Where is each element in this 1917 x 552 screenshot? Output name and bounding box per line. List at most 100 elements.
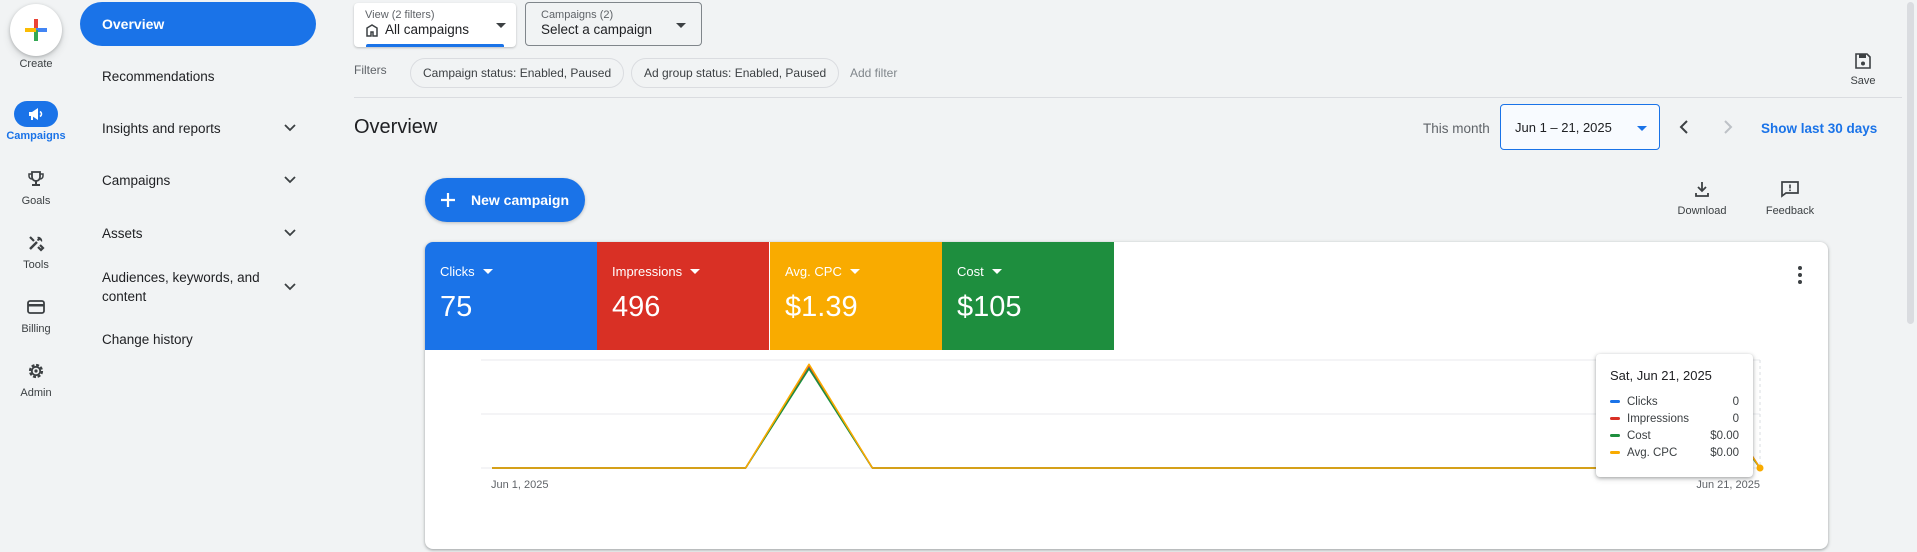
plus-icon — [441, 193, 455, 207]
feedback-label: Feedback — [1765, 205, 1815, 217]
download-label: Download — [1677, 205, 1727, 217]
tooltip-series-name: Clicks — [1627, 395, 1658, 408]
building-icon — [366, 23, 378, 37]
chevron-down-icon — [284, 229, 296, 237]
page-title: Overview — [354, 116, 438, 138]
metric-tile-clicks[interactable]: Clicks 75 — [425, 242, 597, 350]
metric-value: $105 — [957, 291, 1022, 323]
series-line-cost — [492, 367, 1761, 469]
save-label: Save — [1850, 75, 1876, 87]
credit-card-icon — [14, 294, 58, 320]
date-preset-label: This month — [1423, 121, 1490, 136]
campaign-selector[interactable]: Campaigns (2) Select a campaign — [525, 2, 702, 46]
nav-item-change-history[interactable]: Change history — [80, 329, 316, 349]
rail-item-billing[interactable]: Billing — [0, 294, 72, 335]
metric-tile-avg-cpc[interactable]: Avg. CPC $1.39 — [770, 242, 942, 350]
tooltip-series-name: Cost — [1627, 429, 1651, 442]
left-rail: Create Campaigns Goals Tools Billing Adm… — [0, 0, 72, 552]
x-tick-label: Jun 1, 2025 — [491, 479, 549, 491]
metric-tile-cost[interactable]: Cost $105 — [942, 242, 1114, 350]
metric-value: $1.39 — [785, 291, 858, 323]
save-icon — [1855, 53, 1871, 69]
legend-swatch — [1610, 451, 1620, 454]
previous-period-button[interactable] — [1673, 116, 1695, 138]
metric-tile-impressions[interactable]: Impressions 496 — [597, 242, 769, 350]
view-selector[interactable]: View (2 filters) All campaigns — [354, 3, 516, 47]
metric-name: Cost — [957, 264, 984, 279]
scrollbar-thumb[interactable] — [1907, 2, 1914, 324]
chart-hover-point — [1756, 464, 1764, 472]
campaign-selector-caption: Campaigns (2) — [541, 9, 614, 21]
series-line-avg-cpc — [492, 363, 1761, 469]
date-range-value: Jun 1 – 21, 2025 — [1515, 119, 1612, 135]
feedback-icon — [1781, 181, 1799, 198]
nav-item-label: Campaigns — [102, 172, 171, 188]
nav-item-overview[interactable]: Overview — [80, 2, 316, 46]
new-campaign-label: New campaign — [471, 192, 570, 208]
tooltip-row: Avg. CPC $0.00 — [1610, 444, 1739, 461]
filter-chip-campaign-status[interactable]: Campaign status: Enabled, Paused — [410, 58, 625, 88]
filter-chip-ad-group-status[interactable]: Ad group status: Enabled, Paused — [631, 58, 840, 88]
tooltip-series-value: $0.00 — [1710, 429, 1739, 442]
campaign-selector-value: Select a campaign — [541, 22, 653, 37]
download-button[interactable]: Download — [1674, 180, 1730, 217]
plus-icon — [25, 19, 47, 41]
chevron-down-icon — [284, 283, 296, 291]
rail-item-admin[interactable]: Admin — [0, 358, 72, 399]
metric-value: 496 — [612, 291, 661, 323]
divider — [354, 97, 1902, 98]
filter-chip-label: Campaign status: Enabled, Paused — [423, 66, 612, 80]
metric-name: Avg. CPC — [785, 264, 842, 279]
nav-item-campaigns[interactable]: Campaigns — [80, 170, 316, 190]
nav-item-label: Overview — [102, 16, 165, 32]
filters-label: Filters — [354, 63, 387, 77]
new-campaign-button[interactable]: New campaign — [425, 178, 585, 222]
gear-icon — [14, 358, 58, 384]
caret-down-icon — [1637, 126, 1647, 131]
view-selector-caption: View (2 filters) — [365, 9, 435, 21]
series-line-clicks — [492, 366, 1761, 469]
filter-chip-label: Ad group status: Enabled, Paused — [644, 66, 827, 80]
nav-item-label: Recommendations — [102, 68, 215, 84]
date-range-picker[interactable]: Jun 1 – 21, 2025 — [1500, 104, 1660, 150]
nav-item-assets[interactable]: Assets — [80, 223, 316, 243]
legend-swatch — [1610, 417, 1620, 420]
show-last-30-days-link[interactable]: Show last 30 days — [1761, 121, 1877, 136]
chevron-down-icon — [284, 176, 296, 184]
more-options-icon[interactable] — [1798, 266, 1802, 287]
caret-down-icon — [849, 269, 860, 274]
rail-label: Campaigns — [6, 130, 66, 142]
create-button[interactable] — [10, 4, 62, 56]
chart-tooltip: Sat, Jun 21, 2025 Clicks 0 Impressions 0 C… — [1596, 354, 1753, 477]
tooltip-series-value: $0.00 — [1710, 446, 1739, 459]
series-line-impressions — [492, 364, 1761, 469]
rail-item-campaigns[interactable]: Campaigns — [0, 101, 72, 142]
nav-item-recommendations[interactable]: Recommendations — [80, 66, 316, 86]
next-period-button[interactable] — [1717, 116, 1739, 138]
tooltip-row: Cost $0.00 — [1610, 427, 1739, 444]
nav-panel: Overview Recommendations Insights and re… — [72, 0, 332, 552]
rail-label: Goals — [21, 195, 51, 207]
caret-down-icon — [991, 269, 1002, 274]
metric-value: 75 — [440, 291, 473, 323]
rail-item-goals[interactable]: Goals — [0, 166, 72, 207]
nav-item-audiences-keywords-content[interactable]: Audiences, keywords, and content — [80, 267, 316, 307]
feedback-button[interactable]: Feedback — [1762, 180, 1818, 217]
nav-item-insights-and-reports[interactable]: Insights and reports — [80, 118, 316, 138]
x-tick-label: Jun 21, 2025 — [1696, 479, 1760, 491]
tooltip-series-name: Impressions — [1627, 412, 1689, 425]
rail-label: Admin — [20, 387, 52, 399]
trophy-icon — [14, 166, 58, 192]
nav-item-label: Change history — [102, 331, 193, 347]
add-filter-link[interactable]: Add filter — [850, 66, 897, 80]
rail-item-tools[interactable]: Tools — [0, 230, 72, 271]
caret-down-icon — [690, 269, 701, 274]
nav-item-label: Insights and reports — [102, 120, 221, 136]
download-icon — [1695, 182, 1709, 197]
legend-swatch — [1610, 434, 1620, 437]
nav-item-label: Assets — [102, 225, 143, 241]
save-button[interactable]: Save — [1846, 52, 1880, 87]
create-label: Create — [19, 58, 53, 70]
metric-name: Clicks — [440, 264, 475, 279]
scrollbar-track[interactable] — [1904, 0, 1917, 552]
